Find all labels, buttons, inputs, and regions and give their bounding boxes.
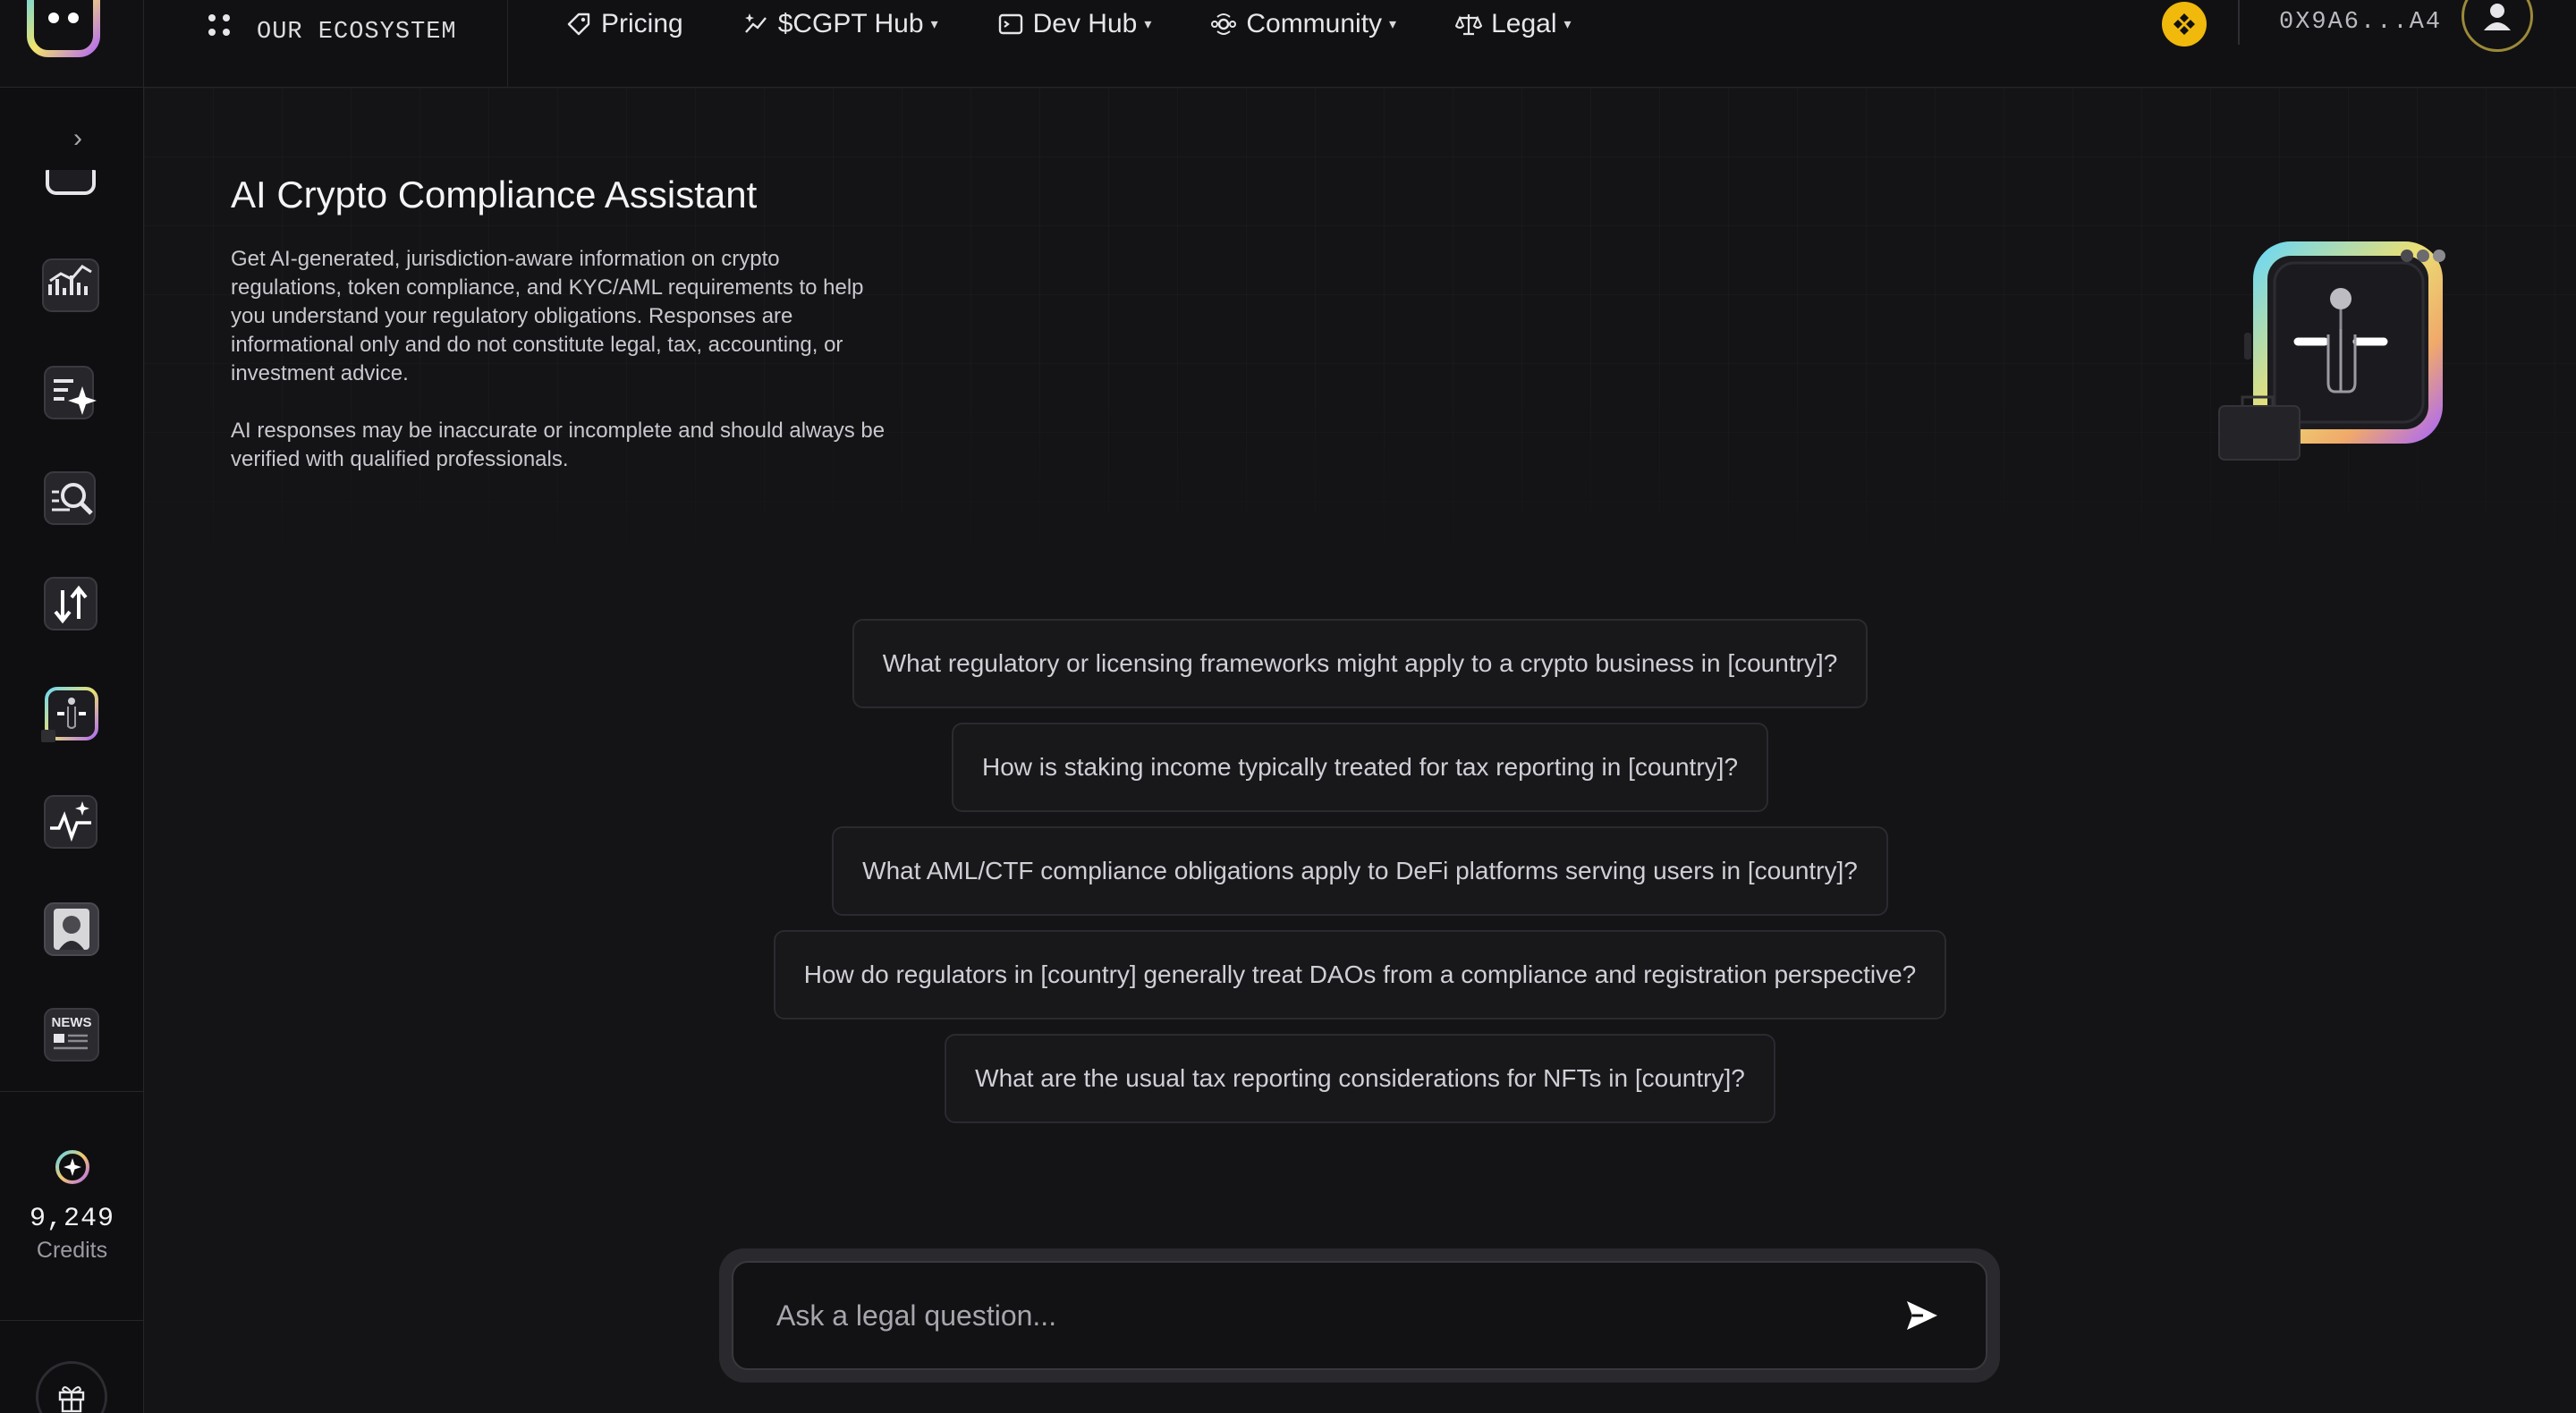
nav-dev-hub-label: Dev Hub	[1032, 9, 1138, 38]
sidebar-tool-8[interactable]: NEWS	[38, 1002, 104, 1068]
tools-sidebar: › NEWS 9,249 Credits	[0, 88, 144, 1413]
ecosystem-menu[interactable]: OUR ECOSYSTEM	[144, 0, 508, 88]
sidebar-tool-6[interactable]	[38, 789, 104, 855]
chevron-down-icon: ▾	[1389, 17, 1397, 32]
suggested-questions: What regulatory or licensing frameworks …	[144, 619, 2576, 1123]
top-navigation-bar: OUR ECOSYSTEM Pricing $CGPT Hub ▾ Dev Hu…	[0, 0, 2576, 88]
sidebar-tool-2[interactable]	[38, 360, 104, 426]
community-icon	[1211, 13, 1237, 35]
gift-icon	[58, 1386, 85, 1413]
chevron-down-icon: ▾	[930, 17, 938, 32]
suggestion-chip[interactable]: What regulatory or licensing frameworks …	[852, 619, 1868, 708]
nav-pricing-label: Pricing	[601, 9, 683, 38]
pulse-sparkle-tool-icon	[44, 795, 97, 849]
main-content: AI Crypto Compliance Assistant Get AI-ge…	[144, 88, 2576, 1413]
sidebar-tool-0[interactable]	[38, 170, 104, 206]
credits-icon	[55, 1150, 89, 1184]
chart-tool-icon	[42, 258, 99, 312]
top-divider	[2238, 0, 2240, 45]
page-title: AI Crypto Compliance Assistant	[231, 173, 758, 216]
partial-tool-icon	[46, 170, 96, 195]
doc-sparkle-tool-icon	[44, 366, 97, 419]
compliance-robot-tool-icon	[41, 687, 98, 742]
sidebar-tool-1[interactable]	[38, 252, 104, 318]
scales-icon	[1455, 14, 1483, 36]
terminal-icon	[998, 13, 1022, 35]
sidebar-tool-3[interactable]	[38, 465, 104, 531]
nav-legal[interactable]: Legal ▾	[1455, 4, 1572, 45]
search-tool-icon	[44, 471, 96, 525]
tag-icon	[567, 13, 590, 36]
chaingpt-logo-icon	[27, 0, 100, 57]
credits-count: 9,249	[29, 1204, 114, 1234]
credits-label: Credits	[36, 1238, 108, 1263]
send-button[interactable]	[1900, 1294, 1943, 1337]
logo[interactable]	[0, 0, 144, 88]
grid-dots-icon	[208, 14, 230, 36]
sidebar-tool-5[interactable]	[38, 681, 104, 748]
nav-cgpt-hub-label: $CGPT Hub	[777, 9, 924, 38]
suggestion-chip[interactable]: How do regulators in [country] generally…	[773, 930, 1947, 1020]
sparkle-chart-icon	[744, 13, 767, 33]
ai-disclaimer: AI responses may be inaccurate or incomp…	[231, 419, 886, 471]
send-icon	[1907, 1301, 1937, 1330]
legal-question-input[interactable]	[776, 1299, 1900, 1333]
sidebar-tool-7[interactable]	[38, 896, 104, 962]
ecosystem-label: OUR ECOSYSTEM	[257, 19, 457, 46]
sidebar-expand-toggle[interactable]: ›	[73, 123, 82, 154]
rewards-button[interactable]	[36, 1361, 107, 1413]
chevron-down-icon: ▾	[1563, 17, 1572, 32]
nav-pricing[interactable]: Pricing	[565, 4, 683, 45]
chevron-down-icon: ▾	[1144, 17, 1152, 32]
nav-cgpt-hub[interactable]: $CGPT Hub ▾	[742, 4, 938, 45]
ask-composer	[719, 1248, 2000, 1383]
suggestion-chip[interactable]: What AML/CTF compliance obligations appl…	[832, 826, 1888, 916]
user-avatar-button[interactable]	[2462, 0, 2533, 52]
bnb-chain-icon[interactable]	[2162, 2, 2207, 47]
news-tool-icon: NEWS	[44, 1008, 99, 1062]
sidebar-tool-4[interactable]	[38, 571, 104, 637]
wallet-address[interactable]: 0X9A6...A4	[2279, 9, 2442, 36]
bnb-logo-icon	[2174, 13, 2195, 35]
news-icon-text: NEWS	[52, 1015, 92, 1030]
nav-community-label: Community	[1246, 9, 1383, 38]
swap-arrows-tool-icon	[44, 577, 97, 630]
nav-dev-hub[interactable]: Dev Hub ▾	[997, 4, 1152, 45]
sidebar-separator	[0, 1091, 144, 1092]
sidebar-separator	[0, 1320, 144, 1321]
nav-community[interactable]: Community ▾	[1210, 4, 1396, 45]
portrait-tool-icon	[44, 902, 99, 956]
main-nav: Pricing $CGPT Hub ▾ Dev Hub ▾ Community …	[565, 4, 1631, 45]
user-icon	[2484, 4, 2511, 30]
page-description: Get AI-generated, jurisdiction-aware inf…	[231, 247, 864, 385]
suggestion-chip[interactable]: How is staking income typically treated …	[951, 723, 1769, 812]
suggestion-chip[interactable]: What are the usual tax reporting conside…	[945, 1034, 1775, 1123]
ask-box	[732, 1261, 1987, 1370]
nav-legal-label: Legal	[1491, 9, 1557, 38]
compliance-robot-illustration	[2218, 241, 2445, 461]
